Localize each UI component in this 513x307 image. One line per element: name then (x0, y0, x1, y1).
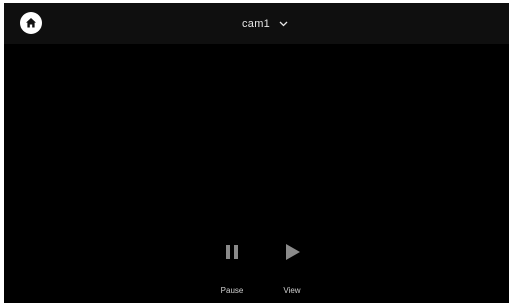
home-button[interactable] (20, 12, 42, 34)
video-feed (4, 44, 509, 303)
camera-selector[interactable]: cam1 (242, 14, 288, 34)
chevron-down-icon (279, 21, 288, 27)
camera-name: cam1 (242, 18, 271, 30)
home-icon (26, 18, 36, 28)
view-label: View (283, 286, 301, 295)
pause-icon (223, 243, 241, 261)
top-bar: cam1 (4, 3, 509, 44)
play-icon (283, 243, 301, 261)
view-button[interactable]: View (268, 243, 316, 299)
camera-viewer: cam1 Pause View (4, 3, 509, 303)
pause-button[interactable]: Pause (208, 243, 256, 299)
pause-label: Pause (220, 286, 244, 295)
